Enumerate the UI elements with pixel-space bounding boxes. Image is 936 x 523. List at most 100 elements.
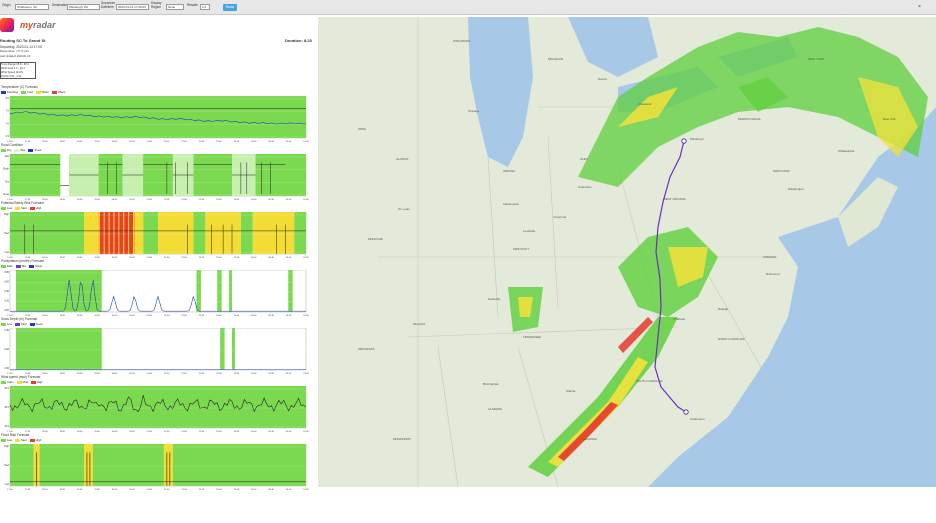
- legend-item[interactable]: High: [29, 438, 42, 442]
- road-segment: [98, 154, 123, 196]
- chart-legend: Dry Wet Snow: [1, 148, 41, 152]
- y-tick-label: Med: [4, 232, 9, 235]
- y-tick-label: Dry: [5, 180, 10, 183]
- x-tick-label: 21:30: [164, 257, 170, 259]
- destination-input[interactable]: Pittsburgh, PA: [67, 4, 100, 10]
- legend-item[interactable]: High: [30, 380, 43, 384]
- legend-item[interactable]: High: [29, 206, 41, 210]
- results-input[interactable]: 1/1: [200, 4, 210, 10]
- legend-swatch: [29, 322, 35, 326]
- radar-map[interactable]: WISCONSIN Chicago ILLINOIS INDIANA OHIO …: [318, 17, 936, 487]
- x-tick-label: 19:30: [94, 141, 100, 143]
- x-tick-label: 01:00: [286, 489, 292, 491]
- y-tick-label: High: [4, 213, 10, 216]
- x-tick-label: 21:30: [164, 431, 170, 433]
- legend-item[interactable]: Med: [15, 438, 27, 442]
- map-label: ARKANSAS: [358, 347, 375, 351]
- legend-label: Dry: [7, 148, 12, 152]
- legend-label: Mix: [21, 264, 27, 268]
- legend-item[interactable]: Wet: [14, 148, 25, 152]
- y-tick-label: 0.00: [4, 309, 9, 312]
- legend-item[interactable]: Snow: [29, 264, 42, 268]
- updated-text: Last Updated: 2023-01-13: [0, 55, 31, 58]
- close-icon[interactable]: ×: [918, 4, 921, 10]
- destination-label: Destination: [52, 3, 68, 7]
- legend-item[interactable]: Rain: [1, 264, 13, 268]
- x-tick-label: 00:30: [268, 489, 274, 491]
- legend-swatch: [29, 264, 35, 268]
- panel-title: Flood Risk Forecast: [1, 433, 30, 437]
- display-select[interactable]: None: [166, 4, 184, 10]
- x-tick-label: 23:30: [234, 315, 240, 317]
- summary-row: Wind Speed (km/h): [1, 71, 24, 74]
- legend-item[interactable]: Snow: [29, 322, 43, 326]
- map-label: Philadelphia: [838, 149, 855, 153]
- x-tick-label: 22:30: [199, 431, 205, 433]
- map-label: Atlanta: [566, 389, 576, 393]
- departure-input[interactable]: 2023-01-13 17:00:00: [116, 4, 149, 10]
- legend-label: High: [36, 380, 43, 384]
- y-tick-label: 6.5: [6, 135, 10, 138]
- map-label: ILLINOIS: [396, 157, 409, 161]
- legend-item[interactable]: Low: [1, 206, 12, 210]
- route-button[interactable]: Route: [223, 4, 237, 11]
- legend-item[interactable]: Mod: [16, 380, 28, 384]
- x-tick-label: 19:30: [94, 431, 100, 433]
- legend-label: Med: [21, 438, 27, 442]
- x-tick-label: 23:00: [216, 315, 222, 317]
- map-label: Nashville: [488, 297, 501, 301]
- risk-segment: [92, 444, 164, 486]
- legend-item[interactable]: Low: [1, 322, 12, 326]
- x-tick-label: 18:30: [59, 373, 65, 375]
- x-tick-label: 20:00: [112, 315, 118, 317]
- y-tick-label: 7.0: [6, 122, 10, 125]
- panel-title: Temperature (C) Forecast: [1, 85, 38, 89]
- legend-item[interactable]: Med: [15, 322, 27, 326]
- y-tick-label: 0.20: [4, 300, 9, 303]
- x-tick-label: 18:30: [59, 199, 65, 201]
- x-tick-label: 01:30: [303, 199, 309, 201]
- legend-item[interactable]: Calm: [1, 380, 14, 384]
- trip-title: Routing SC To Grand St: [0, 38, 46, 43]
- x-tick-label: 20:30: [129, 315, 135, 317]
- summary-row: Precip 0.00 - 4.21: [1, 75, 22, 78]
- origin-input[interactable]: Charleston, SC: [15, 4, 49, 10]
- x-tick-label: 18:30: [59, 257, 65, 259]
- legend-item[interactable]: Warm: [52, 90, 65, 94]
- legend-swatch: [15, 264, 21, 268]
- x-tick-label: 21:00: [147, 489, 153, 491]
- risk-stripe: [106, 212, 108, 254]
- map-label: MISSOURI: [368, 237, 383, 241]
- x-tick-label: 19:00: [77, 373, 83, 375]
- risk-stripe: [118, 212, 120, 254]
- legend-item[interactable]: Warm: [35, 90, 49, 94]
- departure-label: Departure Datetime: [101, 1, 116, 9]
- map-label: MICHIGAN: [548, 57, 563, 61]
- legend-item[interactable]: Mix: [15, 264, 27, 268]
- map-canvas[interactable]: [318, 17, 936, 487]
- x-tick-label: 19:00: [77, 315, 83, 317]
- risk-stripe: [132, 212, 134, 254]
- x-tick-label: 22:30: [199, 373, 205, 375]
- legend-item[interactable]: Cold: [20, 90, 33, 94]
- legend-swatch: [14, 148, 20, 152]
- x-tick-label: 23:30: [234, 373, 240, 375]
- x-tick-label: 00:00: [251, 431, 257, 433]
- map-label: Charlotte: [673, 317, 686, 321]
- legend-swatch: [1, 264, 6, 268]
- legend-item[interactable]: Med: [15, 206, 27, 210]
- app-name: myradar: [20, 20, 56, 30]
- x-tick-label: 23:30: [234, 141, 240, 143]
- map-label: GEORGIA: [583, 437, 598, 441]
- risk-segment: [252, 212, 295, 254]
- risk-segment: [158, 212, 194, 254]
- legend-item[interactable]: Snow: [28, 148, 41, 152]
- legend-label: High: [35, 438, 42, 442]
- legend-swatch: [29, 438, 35, 442]
- map-label: IOWA: [358, 127, 366, 131]
- legend-item[interactable]: Low: [1, 438, 12, 442]
- y-tick-label: 0.20: [4, 348, 9, 351]
- legend-label: Wet: [20, 148, 26, 152]
- legend-item[interactable]: Dry: [1, 148, 11, 152]
- legend-item[interactable]: Freezing: [1, 90, 18, 94]
